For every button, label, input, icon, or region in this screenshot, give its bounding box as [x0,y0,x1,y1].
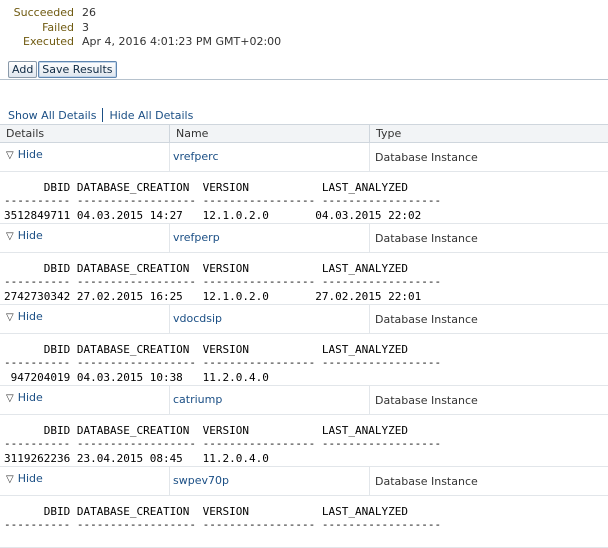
hide-label: Hide [17,391,43,404]
detail-column-headers: DBID DATABASE_CREATION VERSION LAST_ANAL… [4,343,408,356]
row-detail-output: DBID DATABASE_CREATION VERSION LAST_ANAL… [0,334,608,386]
name-cell: vrefperp [170,224,370,252]
details-cell: ▽ Hide [0,467,170,495]
table-header: Details Name Type [0,124,608,143]
detail-values: 947204019 04.03.2015 10:38 11.2.0.4.0 [4,371,269,384]
detail-column-headers: DBID DATABASE_CREATION VERSION LAST_ANAL… [4,181,408,194]
executed-value: Apr 4, 2016 4:01:23 PM GMT+02:00 [82,35,282,48]
detail-dashes: ---------- ------------------ ----------… [4,194,442,207]
add-button[interactable]: Add [8,61,38,78]
hide-details-toggle[interactable]: ▽ Hide [6,229,43,242]
type-cell: Database Instance [375,151,478,164]
detail-dashes: ---------- ------------------ ----------… [4,437,442,450]
name-cell: catriump [170,386,370,414]
column-header-name[interactable]: Name [170,125,370,143]
detail-column-headers: DBID DATABASE_CREATION VERSION LAST_ANAL… [4,424,408,437]
row-detail-output: DBID DATABASE_CREATION VERSION LAST_ANAL… [0,253,608,305]
succeeded-label: Succeeded [13,6,74,19]
detail-values: 3512849711 04.03.2015 14:27 12.1.0.2.0 0… [4,209,422,222]
column-header-details[interactable]: Details [0,125,170,143]
hide-details-toggle[interactable]: ▽ Hide [6,310,43,323]
details-cell: ▽ Hide [0,386,170,414]
triangle-down-icon: ▽ [6,474,14,485]
executed-label: Executed [23,35,74,48]
row-detail-output: DBID DATABASE_CREATION VERSION LAST_ANAL… [0,496,608,548]
table-row: ▽ Hide vrefperc Database Instance DBID DATA… [0,143,608,224]
triangle-down-icon: ▽ [6,393,14,404]
target-name-link[interactable]: swpev70p [173,474,229,487]
hide-details-toggle[interactable]: ▽ Hide [6,472,43,485]
table-row: ▽ Hide catriump Database Instance DBID DATA… [0,386,608,467]
detail-dashes: ---------- ------------------ ----------… [4,275,442,288]
row-detail-output: DBID DATABASE_CREATION VERSION LAST_ANAL… [0,172,608,224]
hide-label: Hide [17,472,43,485]
show-all-details-link[interactable]: Show All Details [8,109,96,122]
column-header-type[interactable]: Type [370,125,608,143]
type-cell: Database Instance [375,232,478,245]
hide-label: Hide [17,148,43,161]
triangle-down-icon: ▽ [6,312,14,323]
link-separator [102,108,104,122]
hide-label: Hide [17,310,43,323]
table-body: ▽ Hide vrefperc Database Instance DBID DATA… [0,143,608,548]
details-cell: ▽ Hide [0,224,170,252]
target-name-link[interactable]: vrefperp [173,231,220,244]
name-cell: vrefperc [170,143,370,171]
detail-column-headers: DBID DATABASE_CREATION VERSION LAST_ANAL… [4,505,408,518]
target-name-link[interactable]: catriump [173,393,222,406]
divider [0,79,608,80]
failed-value: 3 [82,20,89,34]
target-name-link[interactable]: vrefperc [173,150,219,163]
row-detail-output: DBID DATABASE_CREATION VERSION LAST_ANAL… [0,415,608,467]
hide-all-details-link[interactable]: Hide All Details [109,109,193,122]
save-results-button[interactable]: Save Results [38,61,117,78]
detail-dashes: ---------- ------------------ ----------… [4,518,442,531]
hide-details-toggle[interactable]: ▽ Hide [6,391,43,404]
details-cell: ▽ Hide [0,143,170,171]
detail-dashes: ---------- ------------------ ----------… [4,356,442,369]
details-links: Show All Details Hide All Details [8,108,193,122]
type-cell: Database Instance [375,313,478,326]
target-name-link[interactable]: vdocdsip [173,312,222,325]
row-summary: ▽ Hide vrefperp Database Instance [0,224,608,253]
row-summary: ▽ Hide vdocdsip Database Instance [0,305,608,334]
triangle-down-icon: ▽ [6,150,14,161]
type-cell: Database Instance [375,394,478,407]
table-row: ▽ Hide vrefperp Database Instance DBID DATA… [0,224,608,305]
triangle-down-icon: ▽ [6,231,14,242]
succeeded-value: 26 [82,6,96,19]
detail-values: 2742730342 27.02.2015 16:25 12.1.0.2.0 2… [4,290,422,303]
toolbar: Add Save Results [8,61,118,78]
detail-values: 3119262236 23.04.2015 08:45 11.2.0.4.0 [4,452,269,465]
hide-details-toggle[interactable]: ▽ Hide [6,148,43,161]
hide-label: Hide [17,229,43,242]
row-summary: ▽ Hide swpev70p Database Instance [0,467,608,496]
row-summary: ▽ Hide vrefperc Database Instance [0,143,608,172]
row-summary: ▽ Hide catriump Database Instance [0,386,608,415]
name-cell: swpev70p [170,467,370,495]
results-table: Details Name Type ▽ Hide vrefperc Database … [0,124,608,548]
details-cell: ▽ Hide [0,305,170,333]
detail-column-headers: DBID DATABASE_CREATION VERSION LAST_ANAL… [4,262,408,275]
failed-label: Failed [42,20,74,34]
name-cell: vdocdsip [170,305,370,333]
type-cell: Database Instance [375,475,478,488]
table-row: ▽ Hide vdocdsip Database Instance DBID DATA… [0,305,608,386]
